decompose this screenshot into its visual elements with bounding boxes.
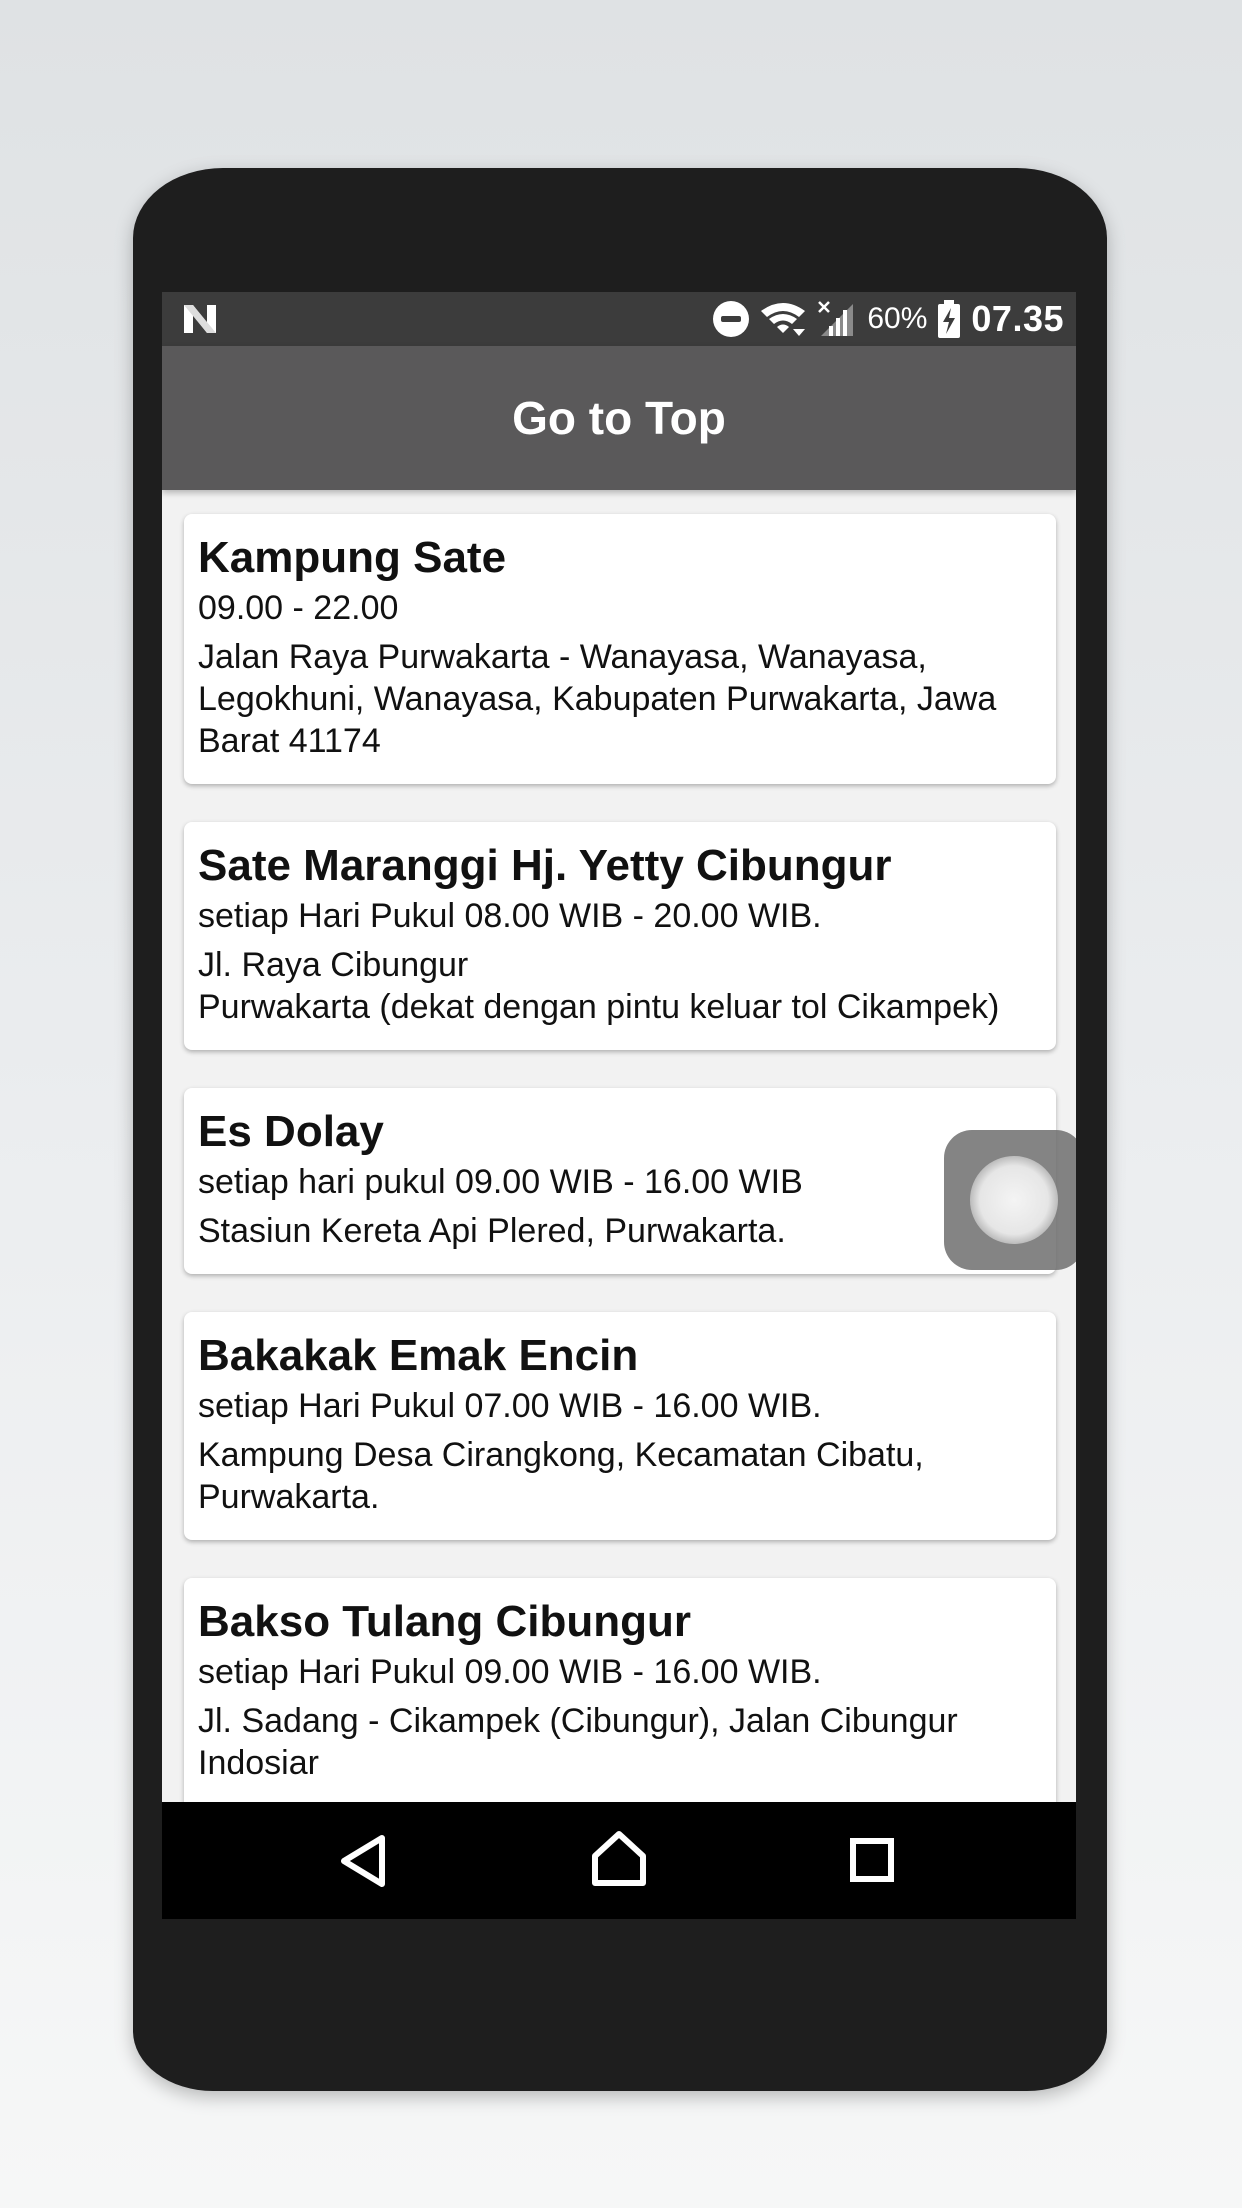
assistive-touch-button[interactable] xyxy=(944,1130,1076,1270)
place-name: Kampung Sate xyxy=(198,533,507,582)
n-logo-icon xyxy=(184,305,216,333)
place-card[interactable]: Es Dolay setiap hari pukul 09.00 WIB - 1… xyxy=(184,1088,1056,1274)
back-triangle-icon[interactable] xyxy=(338,1834,388,1888)
place-hours: setiap hari pukul 09.00 WIB - 16.00 WIB xyxy=(198,1163,803,1201)
place-hours: setiap Hari Pukul 09.00 WIB - 16.00 WIB. xyxy=(198,1653,822,1691)
place-address: Jl. Sadang - Cikampek (Cibungur), Jalan … xyxy=(198,1702,958,1782)
battery-percent: 60% xyxy=(867,302,928,335)
place-name: Bakakak Emak Encin xyxy=(198,1331,639,1380)
places-list[interactable]: Kampung Sate 09.00 - 22.00 Jalan Raya Pu… xyxy=(162,490,1076,1802)
place-card[interactable]: Sate Maranggi Hj. Yetty Cibungur setiap … xyxy=(184,822,1056,1050)
wifi-icon xyxy=(761,303,806,336)
cell-signal-icon xyxy=(818,301,854,336)
battery-charging-icon xyxy=(938,300,961,338)
phone-screen: 60% 07.35 Go to Top Kampung Sate 09.00 -… xyxy=(162,292,1076,1919)
navigation-bar xyxy=(162,1802,1076,1919)
place-hours: setiap Hari Pukul 07.00 WIB - 16.00 WIB. xyxy=(198,1387,822,1425)
recents-square-icon[interactable] xyxy=(850,1838,894,1882)
status-clock: 07.35 xyxy=(971,298,1064,339)
place-card[interactable]: Bakso Tulang Cibungur setiap Hari Pukul … xyxy=(184,1578,1056,1802)
home-icon[interactable] xyxy=(590,1830,648,1888)
status-bar: 60% 07.35 xyxy=(162,292,1076,346)
place-name: Es Dolay xyxy=(198,1107,384,1156)
place-card[interactable]: Kampung Sate 09.00 - 22.00 Jalan Raya Pu… xyxy=(184,514,1056,784)
place-name: Bakso Tulang Cibungur xyxy=(198,1597,691,1646)
place-hours: 09.00 - 22.00 xyxy=(198,589,399,627)
app-bar: Go to Top xyxy=(162,346,1076,490)
place-address: Kampung Desa Cirangkong, Kecamatan Cibat… xyxy=(198,1436,924,1516)
do-not-disturb-icon xyxy=(713,301,750,337)
place-hours: setiap Hari Pukul 08.00 WIB - 20.00 WIB. xyxy=(198,897,822,935)
place-address: Jalan Raya Purwakarta - Wanayasa, Wanaya… xyxy=(198,638,997,760)
place-name: Sate Maranggi Hj. Yetty Cibungur xyxy=(198,841,892,890)
app-title[interactable]: Go to Top xyxy=(512,391,726,445)
place-card[interactable]: Bakakak Emak Encin setiap Hari Pukul 07.… xyxy=(184,1312,1056,1540)
assistive-touch-icon xyxy=(970,1156,1058,1244)
place-address: Stasiun Kereta Api Plered, Purwakarta. xyxy=(198,1212,786,1250)
place-address: Jl. Raya Cibungur Purwakarta (dekat deng… xyxy=(198,946,1000,1026)
